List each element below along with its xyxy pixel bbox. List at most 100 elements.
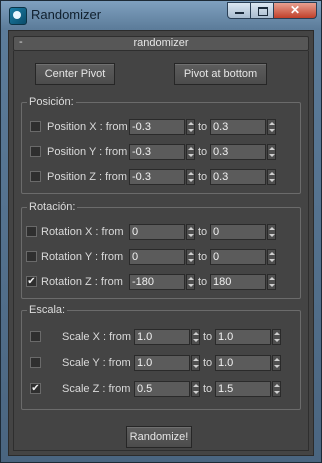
rotation-z-from-spinner[interactable]: -180 <box>129 274 195 290</box>
rotation-x-to-spinner[interactable]: 0 <box>210 224 276 240</box>
rotation-z-to-field[interactable]: 180 <box>210 274 266 290</box>
rollout-title: randomizer <box>133 37 189 49</box>
scale-z-to-field[interactable]: 1.5 <box>215 381 271 397</box>
position-x-to-spinner[interactable]: 0.3 <box>210 119 276 135</box>
scale-y-from-spinner[interactable]: 1.0 <box>134 355 200 371</box>
to-label: to <box>203 357 213 369</box>
rotation-y-from-spinner[interactable]: 0 <box>129 249 195 265</box>
scale-group: Escala: Scale X : from 1.0 to 1.0 Scale … <box>21 303 301 410</box>
position-group-label: Posición: <box>27 95 76 109</box>
app-icon <box>9 7 27 25</box>
rotation-y-from-field[interactable]: 0 <box>129 249 185 265</box>
position-y-from-spinner[interactable]: -0.3 <box>129 144 195 160</box>
rollout-header[interactable]: - randomizer <box>13 36 309 51</box>
rotation-group: Rotación: Rotation X : from 0 to 0 Rotat… <box>21 200 301 299</box>
rotation-x-from-field[interactable]: 0 <box>129 224 185 240</box>
close-button[interactable]: ✕ <box>273 2 317 19</box>
spinner-arrows-icon[interactable] <box>267 169 276 185</box>
spinner-arrows-icon[interactable] <box>267 249 276 265</box>
to-label: to <box>198 171 208 183</box>
center-pivot-button[interactable]: Center Pivot <box>35 63 115 85</box>
scale-x-to-spinner[interactable]: 1.0 <box>215 329 281 345</box>
spinner-arrows-icon[interactable] <box>272 355 281 371</box>
position-z-from-spinner[interactable]: -0.3 <box>129 169 195 185</box>
maximize-button[interactable] <box>250 2 274 19</box>
position-z-label: Position Z : from <box>47 171 128 183</box>
randomizer-window: Randomizer ✕ - randomizer Center Pivot P… <box>0 0 322 463</box>
spinner-arrows-icon[interactable] <box>267 119 276 135</box>
position-x-checkbox[interactable] <box>30 121 41 132</box>
pivot-at-bottom-button[interactable]: Pivot at bottom <box>174 63 267 85</box>
spinner-arrows-icon[interactable] <box>267 224 276 240</box>
rollout-body: Center Pivot Pivot at bottom Posición: P… <box>13 51 309 451</box>
scale-x-from-spinner[interactable]: 1.0 <box>134 329 200 345</box>
rotation-y-to-spinner[interactable]: 0 <box>210 249 276 265</box>
spinner-arrows-icon[interactable] <box>272 381 281 397</box>
position-group: Posición: Position X : from -0.3 to 0.3 … <box>21 95 301 194</box>
spinner-arrows-icon[interactable] <box>186 119 195 135</box>
scale-z-to-spinner[interactable]: 1.5 <box>215 381 281 397</box>
rotation-x-row: Rotation X : from 0 to 0 <box>22 224 300 242</box>
position-y-from-field[interactable]: -0.3 <box>129 144 185 160</box>
spinner-arrows-icon[interactable] <box>186 274 195 290</box>
scale-z-checkbox[interactable]: ✔ <box>30 383 41 394</box>
minimize-button[interactable] <box>227 2 251 19</box>
rotation-group-label: Rotación: <box>27 200 78 214</box>
spinner-arrows-icon[interactable] <box>186 224 195 240</box>
spinner-arrows-icon[interactable] <box>267 144 276 160</box>
scale-y-checkbox[interactable] <box>30 357 41 368</box>
rotation-y-to-field[interactable]: 0 <box>210 249 266 265</box>
rotation-z-to-spinner[interactable]: 180 <box>210 274 276 290</box>
scale-x-label: Scale X : from <box>62 331 132 343</box>
scale-x-from-field[interactable]: 1.0 <box>134 329 190 345</box>
window-title: Randomizer <box>31 7 102 22</box>
scale-y-label: Scale Y : from <box>62 357 131 369</box>
title-bar[interactable]: Randomizer ✕ <box>1 1 321 29</box>
to-label: to <box>198 121 208 133</box>
position-z-to-spinner[interactable]: 0.3 <box>210 169 276 185</box>
spinner-arrows-icon[interactable] <box>191 355 200 371</box>
close-icon: ✕ <box>289 3 301 17</box>
rotation-z-label: Rotation Z : from <box>41 276 123 288</box>
position-y-row: Position Y : from -0.3 to 0.3 <box>22 144 300 162</box>
scale-x-checkbox[interactable] <box>30 331 41 342</box>
spinner-arrows-icon[interactable] <box>267 274 276 290</box>
spinner-arrows-icon[interactable] <box>191 381 200 397</box>
position-x-label: Position X : from <box>47 121 128 133</box>
spinner-arrows-icon[interactable] <box>186 144 195 160</box>
spinner-arrows-icon[interactable] <box>186 169 195 185</box>
rotation-x-to-field[interactable]: 0 <box>210 224 266 240</box>
to-label: to <box>198 146 208 158</box>
scale-y-to-spinner[interactable]: 1.0 <box>215 355 281 371</box>
position-x-to-field[interactable]: 0.3 <box>210 119 266 135</box>
rotation-x-checkbox[interactable] <box>26 226 37 237</box>
position-z-checkbox[interactable] <box>30 171 41 182</box>
scale-z-from-spinner[interactable]: 0.5 <box>134 381 200 397</box>
client-area: - randomizer Center Pivot Pivot at botto… <box>8 30 314 456</box>
to-label: to <box>198 226 208 238</box>
rotation-z-checkbox[interactable]: ✔ <box>26 276 37 287</box>
position-y-to-field[interactable]: 0.3 <box>210 144 266 160</box>
to-label: to <box>198 276 208 288</box>
scale-y-from-field[interactable]: 1.0 <box>134 355 190 371</box>
scale-z-label: Scale Z : from <box>62 383 131 395</box>
scale-x-to-field[interactable]: 1.0 <box>215 329 271 345</box>
rotation-x-from-spinner[interactable]: 0 <box>129 224 195 240</box>
position-x-from-spinner[interactable]: -0.3 <box>129 119 195 135</box>
scale-y-to-field[interactable]: 1.0 <box>215 355 271 371</box>
spinner-arrows-icon[interactable] <box>272 329 281 345</box>
spinner-arrows-icon[interactable] <box>191 329 200 345</box>
rotation-z-from-field[interactable]: -180 <box>129 274 185 290</box>
position-z-to-field[interactable]: 0.3 <box>210 169 266 185</box>
position-y-to-spinner[interactable]: 0.3 <box>210 144 276 160</box>
position-x-from-field[interactable]: -0.3 <box>129 119 185 135</box>
scale-z-from-field[interactable]: 0.5 <box>134 381 190 397</box>
position-y-checkbox[interactable] <box>30 146 41 157</box>
position-y-label: Position Y : from <box>47 146 128 158</box>
rotation-x-label: Rotation X : from <box>41 226 124 238</box>
rotation-y-checkbox[interactable] <box>26 251 37 262</box>
position-z-row: Position Z : from -0.3 to 0.3 <box>22 169 300 187</box>
randomize-button[interactable]: Randomize! <box>126 426 192 448</box>
spinner-arrows-icon[interactable] <box>186 249 195 265</box>
position-z-from-field[interactable]: -0.3 <box>129 169 185 185</box>
